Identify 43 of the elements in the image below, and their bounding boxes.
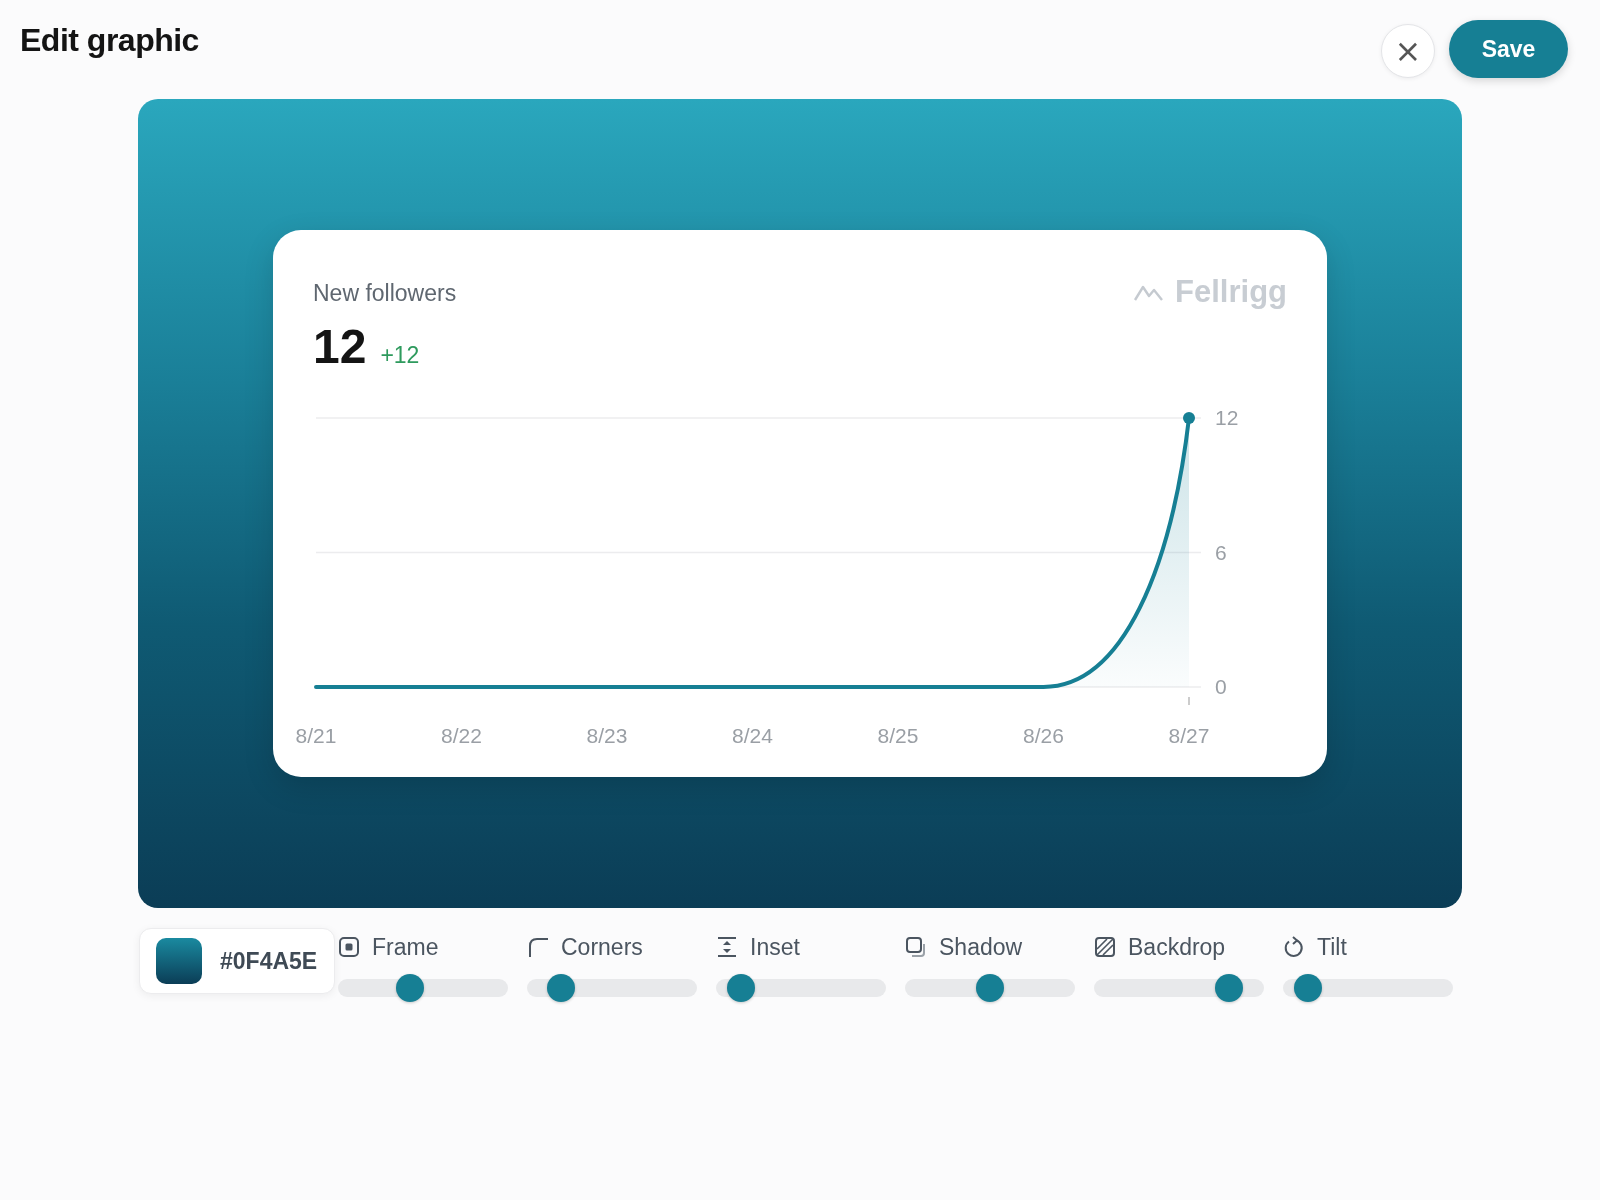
- slider[interactable]: [1094, 974, 1264, 1002]
- page-title: Edit graphic: [20, 22, 199, 59]
- slider-thumb[interactable]: [727, 974, 756, 1002]
- end-point: [1183, 412, 1195, 424]
- control-label: Inset: [750, 933, 800, 961]
- slider-thumb[interactable]: [1214, 974, 1243, 1002]
- slider-thumb[interactable]: [976, 974, 1004, 1002]
- slider-thumb[interactable]: [396, 974, 425, 1002]
- save-button[interactable]: Save: [1449, 20, 1568, 78]
- x-axis-label: 8/23: [586, 724, 628, 747]
- slider[interactable]: [716, 974, 886, 1002]
- slider[interactable]: [527, 974, 697, 1002]
- color-swatch: [156, 938, 202, 984]
- control-label: Shadow: [939, 933, 1023, 961]
- x-axis-label: 8/24: [732, 724, 773, 747]
- corner-icon: [527, 936, 549, 958]
- x-axis-label: 8/26: [1023, 724, 1064, 747]
- frame-icon: [338, 936, 360, 958]
- slider-thumb[interactable]: [1294, 974, 1323, 1002]
- control-label: Frame: [372, 933, 439, 961]
- control-label: Backdrop: [1128, 933, 1226, 961]
- slider[interactable]: [1283, 974, 1453, 1002]
- control-label: Corners: [561, 933, 643, 961]
- slider[interactable]: [338, 974, 508, 1002]
- rotate-icon: [1283, 936, 1305, 958]
- metric-label: New followers: [313, 280, 457, 307]
- inset-icon: [716, 936, 738, 958]
- slider-thumb[interactable]: [546, 974, 575, 1002]
- close-button[interactable]: ×: [1381, 23, 1435, 78]
- x-axis-label: 8/27: [1168, 724, 1210, 747]
- y-axis-label: 6: [1215, 540, 1227, 564]
- y-axis-label: 12: [1215, 406, 1239, 429]
- x-axis-label: 8/25: [877, 724, 919, 747]
- color-field[interactable]: #0F4A5E: [139, 928, 335, 994]
- x-axis-label: 8/22: [441, 724, 482, 747]
- shadow-icon: [905, 936, 927, 958]
- metric-delta: +12: [380, 342, 420, 369]
- slider[interactable]: [905, 974, 1075, 1002]
- metric-value: 12: [313, 319, 367, 374]
- hatched-square-icon: [1094, 936, 1116, 958]
- x-axis-label: 8/21: [295, 724, 337, 747]
- control-label: Tilt: [1317, 933, 1347, 961]
- y-axis-label: 0: [1215, 675, 1227, 698]
